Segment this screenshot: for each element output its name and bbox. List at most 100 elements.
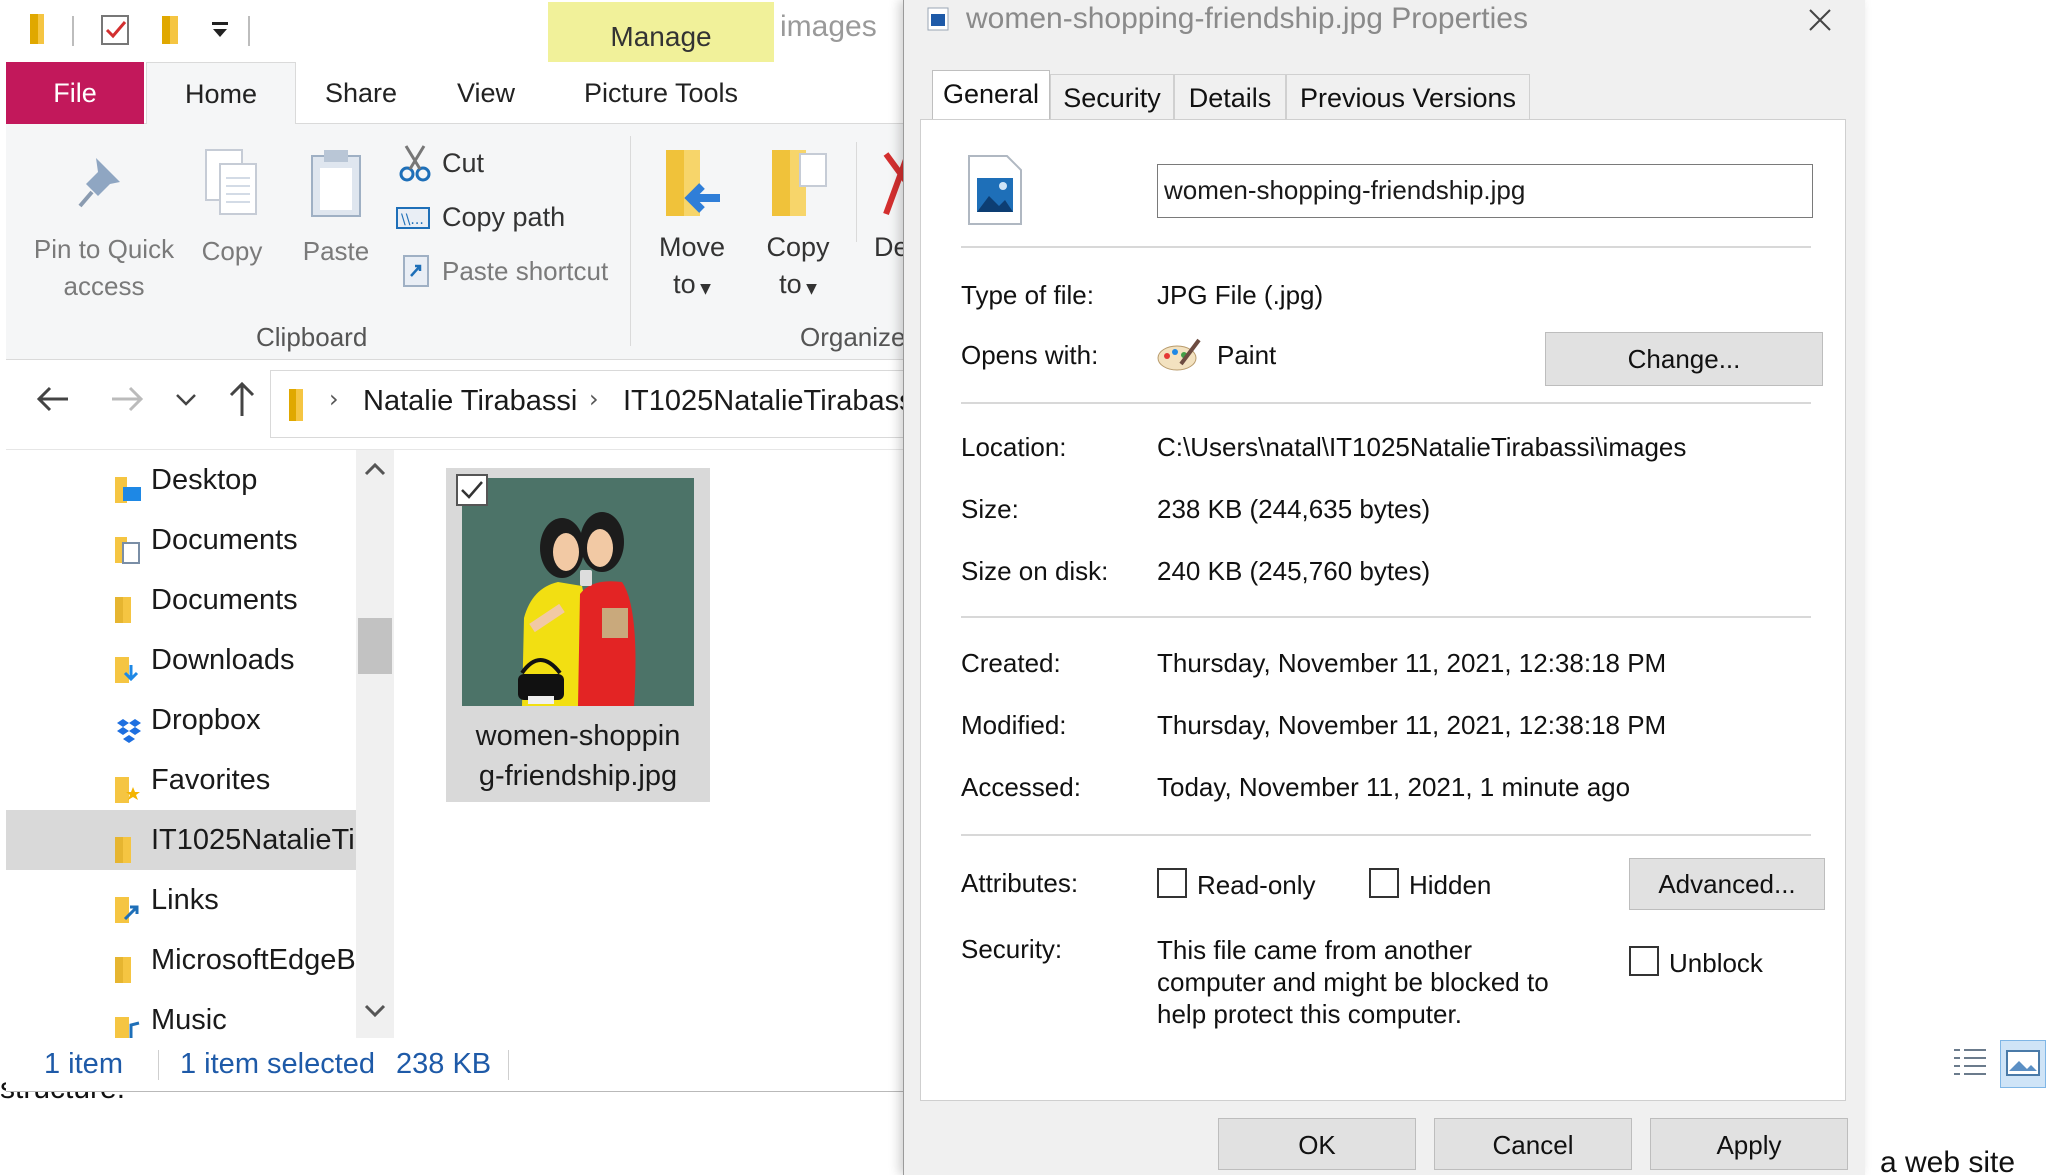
selected-count: 1 item selected [180,1048,376,1080]
readonly-checkbox[interactable] [1157,868,1187,898]
nav-item-downloads[interactable]: Downloads [6,630,356,690]
hidden-checkbox[interactable] [1369,868,1399,898]
advanced-button[interactable]: Advanced... [1629,858,1825,910]
pin-icon [74,152,130,217]
divider [961,246,1811,248]
item-count: 1 item [44,1048,123,1080]
large-icons-view-icon[interactable] [2000,1040,2046,1088]
pin-label-line2: access [63,271,145,301]
type-of-file-value: JPG File (.jpg) [1157,280,1324,310]
tab-share[interactable]: Share [306,62,416,124]
security-message-line2: computer and might be blocked to [1157,967,1549,997]
scroll-down-arrow-icon[interactable] [364,1004,386,1023]
tab-previous-versions[interactable]: Previous Versions [1286,74,1530,120]
move-to-button[interactable]: Move to ▼ [646,232,738,300]
breadcrumb-chevron-icon[interactable]: › [589,385,599,413]
nav-item-music[interactable]: Music [6,990,356,1038]
paste-shortcut-icon [402,252,432,293]
quick-access-separator [72,16,74,46]
documents-folder-icon [113,526,140,564]
copy-to-folder-icon [764,146,834,227]
pin-to-quick-access-button[interactable]: Pin to Quick access [18,234,190,302]
paste-shortcut-button[interactable]: Paste shortcut [442,256,608,287]
customize-quick-access-icon[interactable] [210,14,230,50]
new-folder-icon[interactable] [156,10,192,48]
pin-label-line1: Pin to Quick [33,234,175,264]
image-file-icon [965,152,1025,233]
copy-to-label-line2: to [779,269,802,299]
apply-button[interactable]: Apply [1650,1118,1848,1170]
forward-arrow-icon[interactable] [110,384,144,419]
nav-item-microsoftedgebackups[interactable]: MicrosoftEdgeBackups [6,930,361,990]
paste-button[interactable]: Paste [296,236,376,267]
tab-file[interactable]: File [6,62,144,124]
close-dialog-button[interactable] [1804,4,1836,41]
nav-item-links[interactable]: Links [6,870,356,930]
folder-icon [113,586,139,623]
tab-home[interactable]: Home [146,62,296,125]
security-message-line1: This file came from another [1157,935,1473,965]
nav-item-label: MicrosoftEdgeBackups [151,944,361,976]
divider [961,402,1811,404]
nav-item-dropbox[interactable]: Dropbox [6,690,356,750]
back-arrow-icon[interactable] [36,384,70,419]
folder-icon [113,946,139,983]
divider [961,834,1811,836]
modified-value: Thursday, November 11, 2021, 12:38:18 PM [1157,710,1667,740]
music-folder-icon [113,1006,140,1038]
file-name-line1: women-shoppin [475,720,681,752]
cut-button[interactable]: Cut [442,148,484,179]
tab-general[interactable]: General [932,70,1050,120]
tab-security[interactable]: Security [1050,74,1174,120]
properties-checkmark-icon[interactable] [98,10,134,48]
location-label: Location: [961,432,1067,462]
file-item-selected[interactable]: women-shoppin g-friendship.jpg [446,468,710,802]
change-button[interactable]: Change... [1545,332,1823,386]
folder-icon [113,826,139,863]
nav-item-label: Links [151,884,219,916]
recent-locations-chevron-icon[interactable] [174,392,198,413]
nav-item-label: Favorites [151,764,271,796]
nav-item-desktop[interactable]: Desktop [6,450,356,510]
up-arrow-icon[interactable] [228,380,256,423]
created-value: Thursday, November 11, 2021, 12:38:18 PM [1157,648,1667,678]
links-folder-icon [113,886,139,923]
properties-dialog: women-shopping-friendship.jpg Properties… [903,0,1865,1175]
details-view-icon[interactable] [1952,1044,1988,1076]
background-doc-text-right: a web site [1880,1146,2016,1175]
folder-icon [26,10,62,48]
manage-contextual-tab[interactable]: Manage [548,2,774,62]
unblock-checkbox[interactable] [1629,946,1659,976]
nav-item-label: Downloads [151,644,295,676]
type-of-file-label: Type of file: [961,280,1094,310]
breadcrumb-it1025[interactable]: IT1025NatalieTirabassi [623,385,920,418]
nav-item-it1025-selected[interactable]: IT1025NatalieTirabassi [6,810,361,870]
ok-button[interactable]: OK [1218,1118,1416,1170]
opens-with-value: Paint [1217,340,1277,370]
nav-item-documents[interactable]: Documents [6,510,356,570]
copy-button[interactable]: Copy [188,236,276,267]
favorites-folder-icon [113,766,140,803]
scroll-thumb[interactable] [358,618,392,674]
size-on-disk-label: Size on disk: [961,556,1109,586]
tab-view[interactable]: View [436,62,536,124]
paint-app-icon [1157,334,1201,379]
copy-to-button[interactable]: Copy to ▼ [752,232,844,300]
tab-picture-tools[interactable]: Picture Tools [548,62,774,124]
status-separator [508,1050,509,1080]
nav-item-favorites[interactable]: Favorites [6,750,356,810]
breadcrumb-chevron-icon[interactable]: › [329,385,339,413]
security-message: This file came from another computer and… [1157,934,1549,1030]
filename-input[interactable]: women-shopping-friendship.jpg [1157,164,1813,218]
cancel-button[interactable]: Cancel [1434,1118,1632,1170]
dropbox-icon [113,706,141,743]
scroll-up-arrow-icon[interactable] [364,462,386,481]
item-checkbox[interactable] [456,474,488,506]
dropdown-arrow-icon: ▼ [695,281,711,297]
downloads-folder-icon [113,646,139,683]
copy-path-button[interactable]: Copy path [442,202,565,233]
tab-details[interactable]: Details [1174,74,1286,120]
nav-item-documents-2[interactable]: Documents [6,570,356,630]
breadcrumb-natalie-tirabassi[interactable]: Natalie Tirabassi [363,385,577,418]
nav-pane-scrollbar[interactable] [356,450,394,1038]
